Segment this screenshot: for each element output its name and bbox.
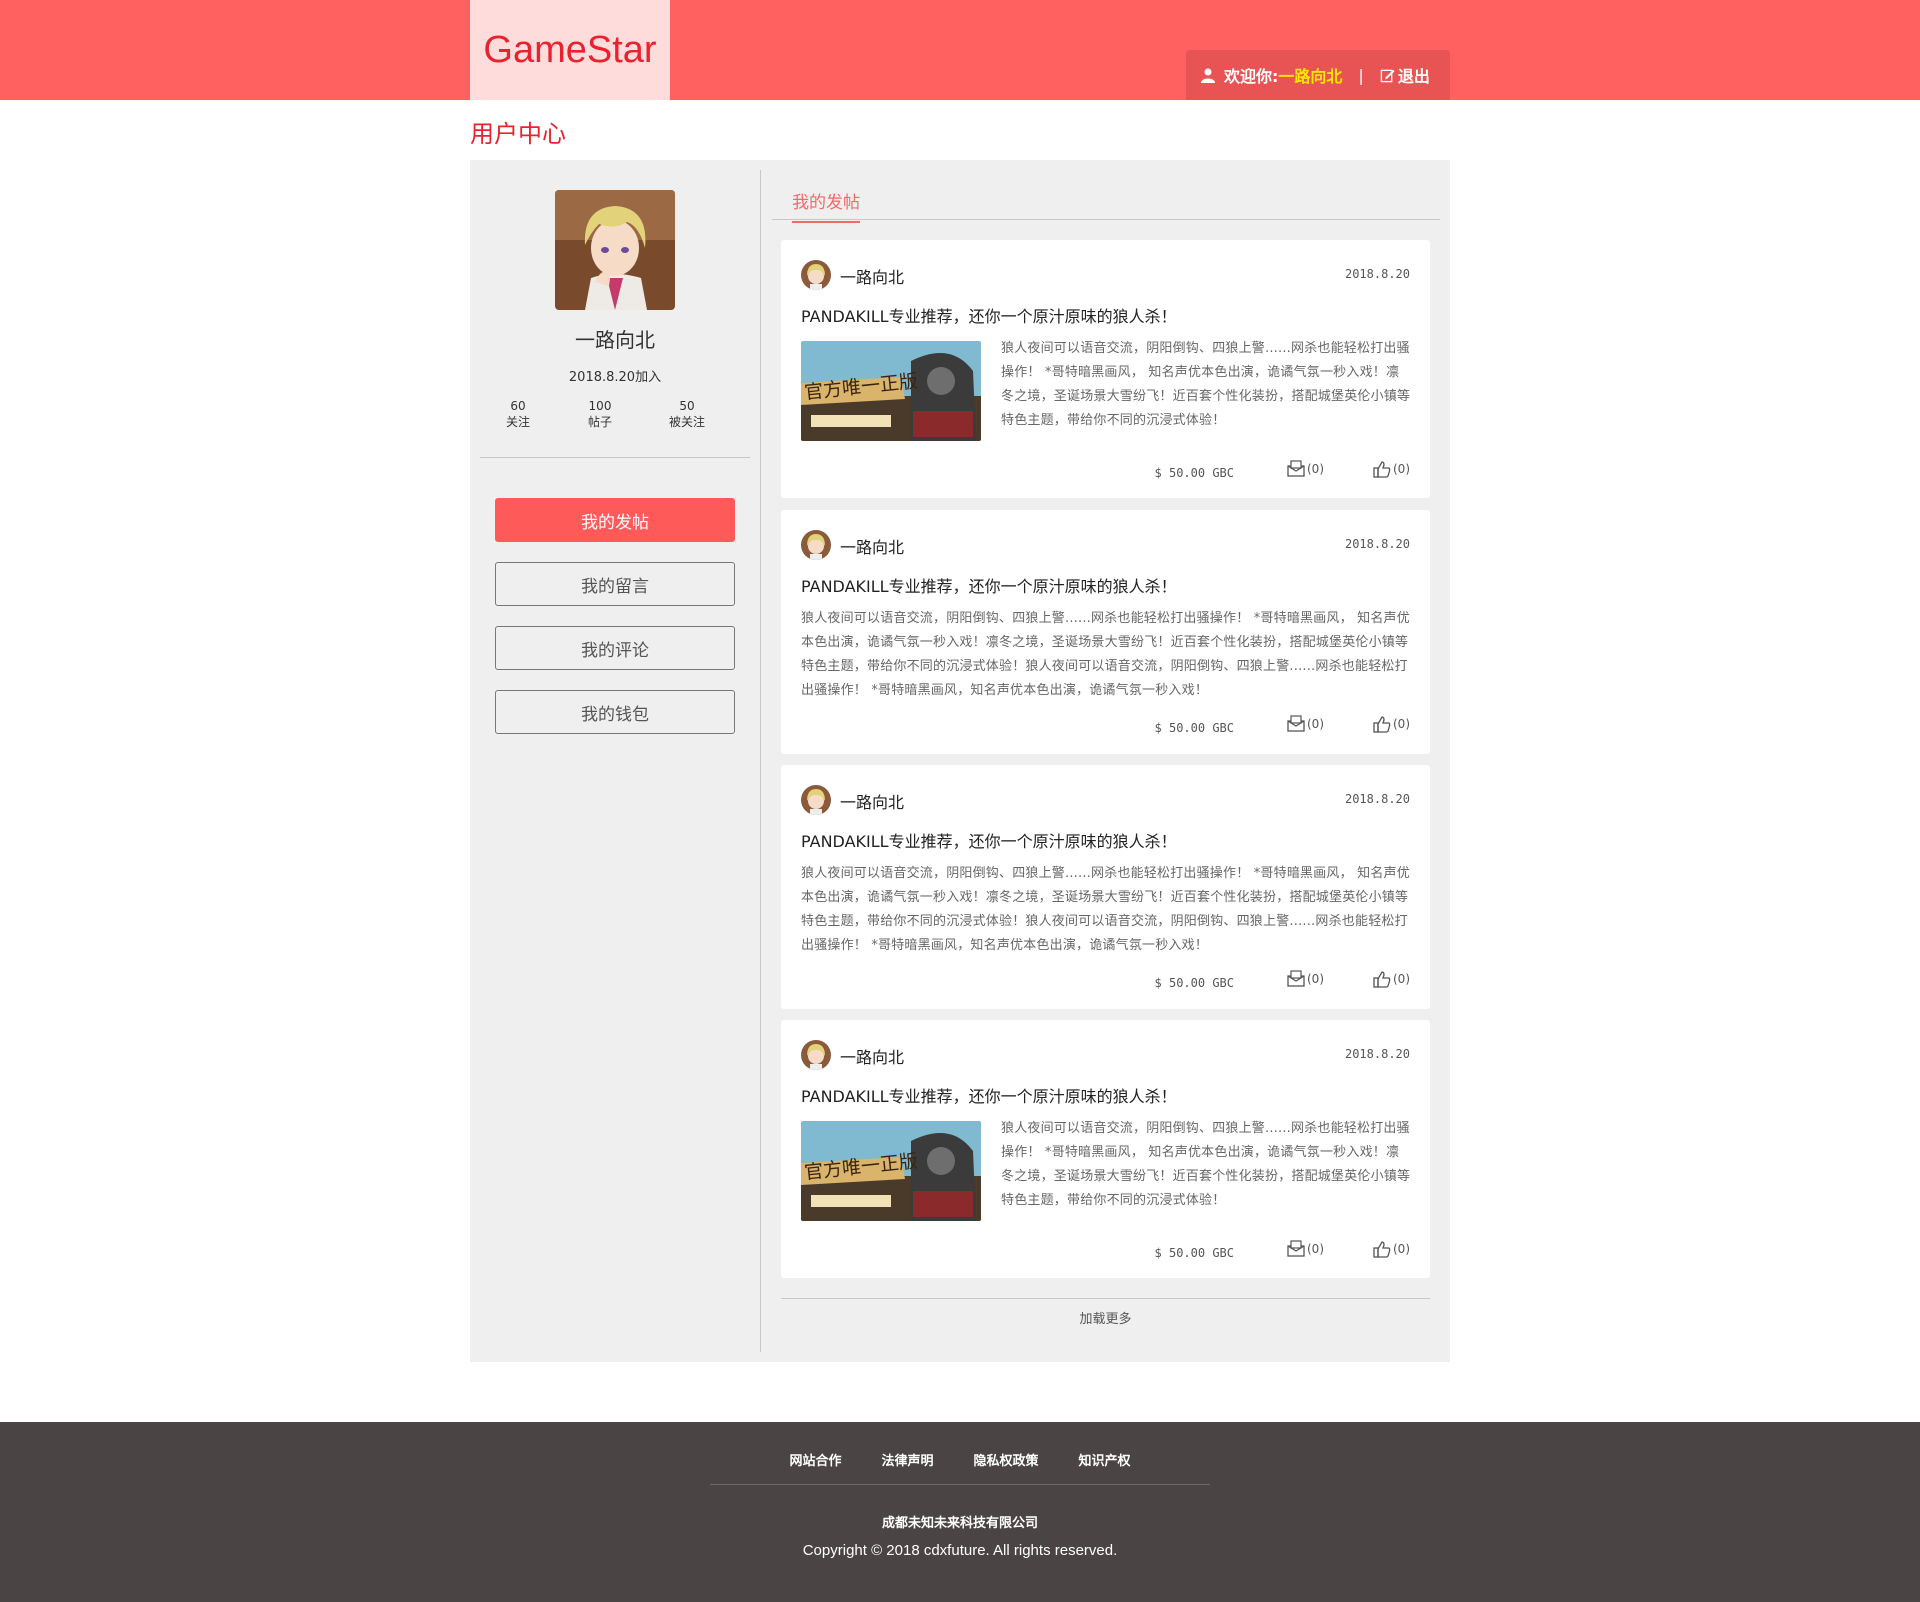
avatar xyxy=(555,190,675,310)
thumbs-up-icon xyxy=(1373,716,1391,733)
post-price: $ 50.00 GBC xyxy=(1154,721,1234,735)
post-title[interactable]: PANDAKILL专业推荐，还你一个原汁原味的狼人杀！ xyxy=(801,303,1177,327)
profile-joined: 2018.8.20加入 xyxy=(568,370,662,385)
post-messages[interactable]: (0) xyxy=(1287,715,1324,733)
message-icon xyxy=(1287,970,1305,987)
footer: 网站合作 法律声明 隐私权政策 知识产权 成都未知未来科技有限公司 Copyri… xyxy=(0,1422,1920,1602)
stat-value: 100 xyxy=(588,399,612,413)
post-author[interactable]: 一路向北 xyxy=(840,264,904,288)
menu-my-posts[interactable]: 我的发帖 xyxy=(495,498,735,542)
post-author[interactable]: 一路向北 xyxy=(840,1044,904,1068)
post-price: $ 50.00 GBC xyxy=(1154,1246,1234,1260)
stat-posts[interactable]: 100 帖子 xyxy=(570,398,630,430)
post-messages[interactable]: (0) xyxy=(1287,1240,1324,1258)
post-date: 2018.8.20 xyxy=(1344,792,1410,806)
welcome-label: 欢迎你: xyxy=(1224,67,1279,86)
menu-my-comments[interactable]: 我的评论 xyxy=(495,626,735,670)
author-avatar xyxy=(801,1040,831,1070)
post-price: $ 50.00 GBC xyxy=(1154,466,1234,480)
tab-bar: 我的发帖 xyxy=(772,170,1440,223)
page-title: 用户中心 xyxy=(470,120,566,148)
author-avatar xyxy=(801,260,831,290)
load-more-button[interactable]: 加载更多 xyxy=(781,1308,1430,1327)
menu-my-wallet[interactable]: 我的钱包 xyxy=(495,690,735,734)
user-box: 欢迎你: 一路向北 | 退出 xyxy=(1186,50,1450,100)
stat-following[interactable]: 60 关注 xyxy=(488,398,548,430)
like-count: (0) xyxy=(1393,717,1410,731)
author-avatar xyxy=(801,785,831,815)
post-likes[interactable]: (0) xyxy=(1373,715,1410,733)
edit-icon xyxy=(1380,69,1395,82)
post-card[interactable]: 一路向北 2018.8.20 PANDAKILL专业推荐，还你一个原汁原味的狼人… xyxy=(781,240,1430,498)
footer-company: 成都未知未来科技有限公司 xyxy=(881,1516,1038,1531)
footer-link-cooperation[interactable]: 网站合作 xyxy=(789,1450,841,1469)
profile-sidebar: 一路向北 2018.8.20加入 60 关注 100 帖子 50 被关注 我的发… xyxy=(470,160,760,1362)
footer-links: 网站合作 法律声明 隐私权政策 知识产权 xyxy=(0,1450,1920,1469)
like-count: (0) xyxy=(1393,972,1410,986)
like-count: (0) xyxy=(1393,462,1410,476)
thumbs-up-icon xyxy=(1373,1241,1391,1258)
post-title[interactable]: PANDAKILL专业推荐，还你一个原汁原味的狼人杀！ xyxy=(801,1083,1177,1107)
stat-followers[interactable]: 50 被关注 xyxy=(657,398,717,430)
stat-value: 50 xyxy=(679,399,695,413)
post-date: 2018.8.20 xyxy=(1344,537,1410,551)
profile-name: 一路向北 xyxy=(575,328,655,352)
post-body: 狼人夜间可以语音交流，阴阳倒钩、四狼上警......网杀也能轻松打出骚操作！ *… xyxy=(1001,1121,1411,1208)
panel-divider xyxy=(760,170,761,1352)
post-author[interactable]: 一路向北 xyxy=(840,789,904,813)
post-card[interactable]: 一路向北 2018.8.20 PANDAKILL专业推荐，还你一个原汁原味的狼人… xyxy=(781,765,1430,1009)
post-price: $ 50.00 GBC xyxy=(1154,976,1234,990)
header-separator: | xyxy=(1358,65,1364,85)
post-image[interactable]: 官方唯一正版 xyxy=(801,341,981,441)
menu-my-messages[interactable]: 我的留言 xyxy=(495,562,735,606)
load-more-divider xyxy=(781,1298,1430,1299)
footer-link-privacy[interactable]: 隐私权政策 xyxy=(974,1450,1039,1469)
site-logo[interactable]: GameStar xyxy=(470,0,670,100)
stat-value: 60 xyxy=(510,399,526,413)
post-body: 狼人夜间可以语音交流，阴阳倒钩、四狼上警......网杀也能轻松打出骚操作！ *… xyxy=(801,866,1410,953)
header-username[interactable]: 一路向北 xyxy=(1278,63,1342,87)
top-bar: GameStar 欢迎你: 一路向北 | 退出 xyxy=(0,0,1920,100)
post-date: 2018.8.20 xyxy=(1344,1047,1410,1061)
message-count: (0) xyxy=(1307,1242,1324,1256)
post-body: 狼人夜间可以语音交流，阴阳倒钩、四狼上警......网杀也能轻松打出骚操作！ *… xyxy=(801,611,1410,698)
post-likes[interactable]: (0) xyxy=(1373,970,1410,988)
thumbs-up-icon xyxy=(1373,971,1391,988)
thumbs-up-icon xyxy=(1373,461,1391,478)
post-likes[interactable]: (0) xyxy=(1373,1240,1410,1258)
message-icon xyxy=(1287,460,1305,477)
sidebar-divider xyxy=(480,457,750,458)
message-count: (0) xyxy=(1307,462,1324,476)
post-card[interactable]: 一路向北 2018.8.20 PANDAKILL专业推荐，还你一个原汁原味的狼人… xyxy=(781,1020,1430,1278)
tab-my-posts[interactable]: 我的发帖 xyxy=(792,188,860,223)
post-date: 2018.8.20 xyxy=(1344,267,1410,281)
post-image[interactable]: 官方唯一正版 xyxy=(801,1121,981,1221)
post-author[interactable]: 一路向北 xyxy=(840,534,904,558)
footer-link-legal[interactable]: 法律声明 xyxy=(881,1450,933,1469)
footer-link-ip[interactable]: 知识产权 xyxy=(1079,1450,1131,1469)
logout-link[interactable]: 退出 xyxy=(1398,63,1430,87)
message-count: (0) xyxy=(1307,972,1324,986)
post-messages[interactable]: (0) xyxy=(1287,970,1324,988)
like-count: (0) xyxy=(1393,1242,1410,1256)
stat-label: 关注 xyxy=(505,415,530,429)
stat-label: 被关注 xyxy=(668,415,705,429)
post-messages[interactable]: (0) xyxy=(1287,460,1324,478)
author-avatar xyxy=(801,530,831,560)
user-center-panel: 一路向北 2018.8.20加入 60 关注 100 帖子 50 被关注 我的发… xyxy=(470,160,1450,1362)
post-card[interactable]: 一路向北 2018.8.20 PANDAKILL专业推荐，还你一个原汁原味的狼人… xyxy=(781,510,1430,754)
message-count: (0) xyxy=(1307,717,1324,731)
post-likes[interactable]: (0) xyxy=(1373,460,1410,478)
user-icon xyxy=(1201,68,1215,83)
message-icon xyxy=(1287,1240,1305,1257)
message-icon xyxy=(1287,715,1305,732)
stat-label: 帖子 xyxy=(587,415,612,429)
footer-copyright: Copyright © 2018 cdxfuture. All rights r… xyxy=(802,1542,1118,1559)
post-title[interactable]: PANDAKILL专业推荐，还你一个原汁原味的狼人杀！ xyxy=(801,573,1177,597)
post-title[interactable]: PANDAKILL专业推荐，还你一个原汁原味的狼人杀！ xyxy=(801,828,1177,852)
footer-divider xyxy=(710,1484,1210,1485)
post-body: 狼人夜间可以语音交流，阴阳倒钩、四狼上警......网杀也能轻松打出骚操作！ *… xyxy=(1001,341,1411,428)
